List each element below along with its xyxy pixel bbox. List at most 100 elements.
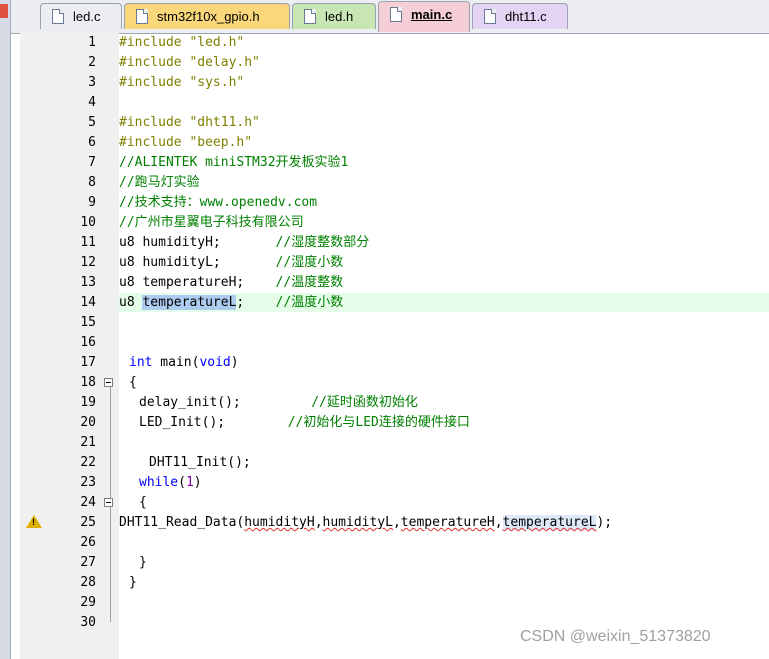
line-number: 22 xyxy=(80,455,96,470)
code-text: u8 humidityH; xyxy=(119,235,276,250)
fold-toggle-icon[interactable] xyxy=(104,378,113,387)
line-number: 18 xyxy=(80,375,96,390)
code-line[interactable]: DHT11_Init(); xyxy=(149,453,251,473)
line-number: 17 xyxy=(80,355,96,370)
watermark: CSDN @weixin_51373820 xyxy=(520,628,711,645)
line-number: 24 xyxy=(80,495,96,510)
code-line[interactable]: #include "dht11.h" xyxy=(119,113,260,133)
line-number: 9 xyxy=(88,195,96,210)
line-number: 10 xyxy=(80,215,96,230)
line-number: 25 xyxy=(80,515,96,530)
line-number: 28 xyxy=(80,575,96,590)
line-number: 11 xyxy=(80,235,96,250)
code-text: ( xyxy=(178,475,186,490)
close-icon[interactable] xyxy=(0,4,8,18)
line-number: 27 xyxy=(80,555,96,570)
code-text: u8 temperatureH; xyxy=(119,275,276,290)
file-icon xyxy=(52,9,64,24)
editor-tab-bar: led.c stm32f10x_gpio.h led.h main.c dht1… xyxy=(0,0,769,34)
line-number: 14 xyxy=(80,295,96,310)
code-line[interactable]: } xyxy=(139,553,147,573)
line-number: 12 xyxy=(80,255,96,270)
code-comment: //湿度小数 xyxy=(275,255,344,270)
tab-label: stm32f10x_gpio.h xyxy=(157,9,260,24)
keyword: int xyxy=(129,355,153,370)
line-number: 29 xyxy=(80,595,96,610)
tab-led-h[interactable]: led.h xyxy=(292,3,376,29)
tab-led-c[interactable]: led.c xyxy=(40,3,122,29)
code-line[interactable]: //ALIENTEK miniSTM32开发板实验1 xyxy=(119,153,348,173)
file-icon xyxy=(484,9,496,24)
code-text: , xyxy=(494,515,503,530)
tab-dht11-c[interactable]: dht11.c xyxy=(472,3,568,29)
code-line[interactable]: while(1) xyxy=(139,473,202,493)
line-number: 16 xyxy=(80,335,96,350)
code-line[interactable]: u8 temperatureL; //温度小数 xyxy=(119,293,343,313)
code-text: delay_init(); xyxy=(139,395,312,410)
code-line[interactable]: #include "delay.h" xyxy=(119,53,260,73)
file-icon xyxy=(390,7,402,22)
file-icon xyxy=(136,9,148,24)
code-line[interactable]: delay_init(); //延时函数初始化 xyxy=(139,393,418,413)
line-number: 3 xyxy=(88,75,96,90)
line-number: 19 xyxy=(80,395,96,410)
line-number: 5 xyxy=(88,115,96,130)
line-number: 21 xyxy=(80,435,96,450)
line-number: 4 xyxy=(88,95,96,110)
number-literal: 1 xyxy=(185,475,194,490)
code-comment: //湿度整数部分 xyxy=(275,235,370,250)
line-number: 8 xyxy=(88,175,96,190)
code-text: ); xyxy=(596,515,613,530)
line-number: 23 xyxy=(80,475,96,490)
keyword: while xyxy=(139,475,179,490)
line-number: 2 xyxy=(88,55,96,70)
code-text: DHT11_Read_Data( xyxy=(119,515,245,530)
code-text: , xyxy=(392,515,401,530)
line-number: 26 xyxy=(80,535,96,550)
code-line[interactable]: u8 humidityH; //湿度整数部分 xyxy=(119,233,369,253)
code-text: u8 humidityL; xyxy=(119,255,276,270)
code-line[interactable]: u8 temperatureH; //温度整数 xyxy=(119,273,343,293)
code-text: ) xyxy=(230,355,239,370)
fold-toggle-icon[interactable] xyxy=(104,498,113,507)
code-line[interactable]: #include "led.h" xyxy=(119,33,244,53)
code-text: ; xyxy=(236,295,276,310)
warning-icon[interactable]: ! xyxy=(26,515,42,528)
error-underlined-arg: humidityH xyxy=(244,515,315,530)
code-line[interactable]: { xyxy=(129,373,137,393)
left-panel-edge[interactable] xyxy=(0,0,11,659)
code-text: , xyxy=(314,515,323,530)
code-text: LED_Init(); xyxy=(139,415,288,430)
tab-label: main.c xyxy=(411,7,453,22)
code-line[interactable]: #include "sys.h" xyxy=(119,73,244,93)
tab-main-c[interactable]: main.c xyxy=(378,1,470,32)
file-icon xyxy=(304,9,316,24)
code-line[interactable]: } xyxy=(129,573,137,593)
code-line[interactable]: int main(void) xyxy=(129,353,239,373)
tab-label: led.h xyxy=(325,9,354,24)
code-line[interactable]: DHT11_Read_Data(humidityH,humidityL,temp… xyxy=(119,513,612,533)
code-line[interactable]: //广州市星翼电子科技有限公司 xyxy=(119,213,304,233)
line-number: 6 xyxy=(88,135,96,150)
code-line[interactable]: LED_Init(); //初始化与LED连接的硬件接口 xyxy=(139,413,470,433)
error-underlined-arg: temperatureH xyxy=(400,515,495,530)
line-number: 15 xyxy=(80,315,96,330)
keyword: void xyxy=(199,355,231,370)
line-number: 20 xyxy=(80,415,96,430)
code-line[interactable]: { xyxy=(139,493,147,513)
code-comment: //温度整数 xyxy=(275,275,344,290)
code-line[interactable]: //技术支持：www.openedv.com xyxy=(119,193,317,213)
code-comment: //延时函数初始化 xyxy=(311,395,418,410)
error-underlined-arg: humidityL xyxy=(322,515,393,530)
code-text: u8 xyxy=(119,295,143,310)
tab-stm32f10x-gpio-h[interactable]: stm32f10x_gpio.h xyxy=(124,3,290,29)
code-line[interactable]: //跑马灯实验 xyxy=(119,173,200,193)
line-number: 7 xyxy=(88,155,96,170)
code-comment: //初始化与LED连接的硬件接口 xyxy=(287,415,470,430)
error-underlined-arg: temperatureL xyxy=(502,515,597,530)
code-line[interactable]: #include "beep.h" xyxy=(119,133,252,153)
code-line[interactable]: u8 humidityL; //湿度小数 xyxy=(119,253,343,273)
code-text: main( xyxy=(152,355,200,370)
tab-label: led.c xyxy=(73,9,101,24)
selected-text[interactable]: temperatureL xyxy=(142,295,237,310)
